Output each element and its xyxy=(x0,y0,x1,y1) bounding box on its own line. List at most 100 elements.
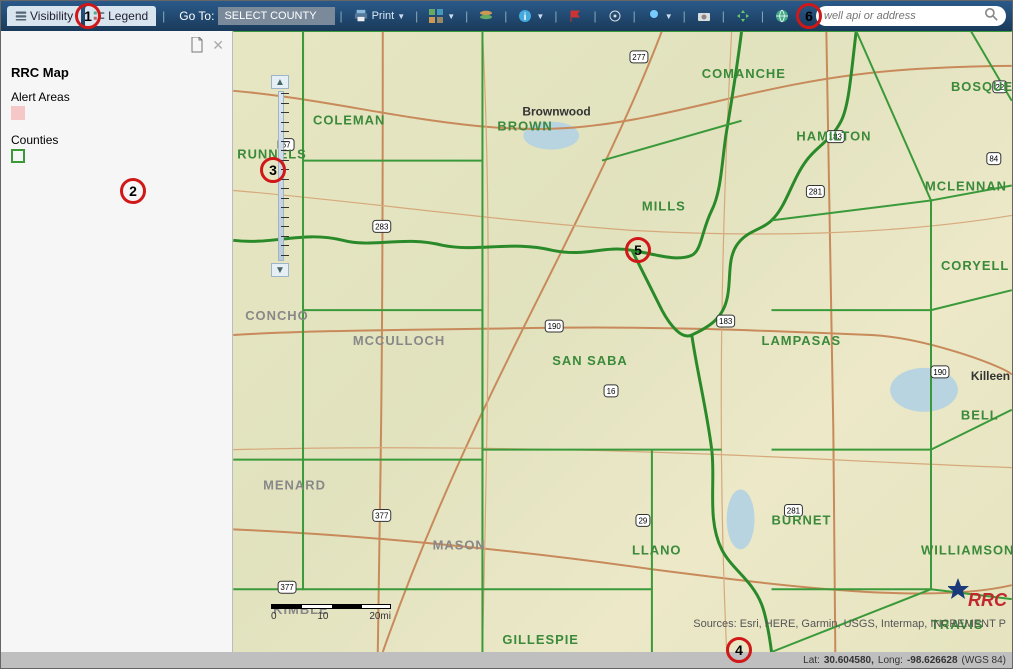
highlight-icon xyxy=(646,8,662,24)
grid-icon xyxy=(428,8,444,24)
flag-icon xyxy=(567,8,583,24)
town-label: Killeen xyxy=(971,369,1010,383)
alert-swatch xyxy=(11,106,25,120)
separator: | xyxy=(633,9,636,23)
separator: | xyxy=(504,9,507,23)
county-label: WILLIAMSON xyxy=(921,542,1012,557)
target-button[interactable] xyxy=(603,6,627,26)
county-label: HAMILTON xyxy=(796,129,871,144)
export-pdf-button[interactable] xyxy=(190,37,204,56)
map-svg: 277 67 183 281 22 377 283 190 183 16 190… xyxy=(233,31,1012,652)
datum: (WGS 84) xyxy=(962,655,1006,666)
top-toolbar: Visibility Legend | Go To: SELECT COUNTY… xyxy=(1,1,1012,31)
county-label: CORYELL xyxy=(941,258,1009,273)
annotation-marker-6: 6 xyxy=(796,3,822,29)
info-icon: i xyxy=(517,8,533,24)
county-label: MCCULLOCH xyxy=(353,333,445,348)
annotation-marker-4: 4 xyxy=(726,637,752,663)
separator: | xyxy=(339,9,342,23)
separator: | xyxy=(761,9,764,23)
town-label: Brownwood xyxy=(522,105,590,119)
shield-text: 277 xyxy=(632,53,646,62)
shield-text: 84 xyxy=(989,155,998,164)
annotation-marker-1: 1 xyxy=(75,3,101,29)
separator: | xyxy=(593,9,596,23)
rrc-logo: RRC xyxy=(948,574,1008,614)
lat-value: 30.604580, xyxy=(824,655,874,666)
visibility-icon xyxy=(15,10,27,22)
snapshot-button[interactable] xyxy=(692,6,716,26)
layers-icon xyxy=(478,8,494,24)
county-label: GILLESPIE xyxy=(502,632,579,647)
county-label: CONCHO xyxy=(245,308,308,323)
separator: | xyxy=(683,9,686,23)
county-select[interactable]: SELECT COUNTY xyxy=(218,7,334,25)
pan-button[interactable] xyxy=(731,6,755,26)
info-button[interactable]: i▼ xyxy=(513,6,548,26)
basemap-button[interactable]: ▼ xyxy=(424,6,459,26)
chevron-down-icon: ▼ xyxy=(665,12,673,21)
legend-item-alert: Alert Areas xyxy=(11,90,222,123)
annotation-marker-2: 2 xyxy=(120,178,146,204)
county-label: MASON xyxy=(433,537,486,552)
county-label: LLANO xyxy=(632,542,682,557)
lon-value: -98.626628 xyxy=(907,655,958,666)
tab-visibility[interactable]: Visibility xyxy=(7,6,81,26)
county-label: BROWN xyxy=(497,119,552,134)
zoom-out-button[interactable]: ▼ xyxy=(271,263,289,277)
camera-icon xyxy=(696,8,712,24)
svg-text:RRC: RRC xyxy=(968,590,1008,610)
highlight-button[interactable]: ▼ xyxy=(642,6,677,26)
chevron-down-icon: ▼ xyxy=(397,12,405,21)
globe-button[interactable] xyxy=(770,6,794,26)
layers-button[interactable] xyxy=(474,6,498,26)
county-label: COLEMAN xyxy=(313,113,385,128)
map-attribution: Sources: Esri, HERE, Garmin, USGS, Inter… xyxy=(693,618,1006,630)
county-label: MILLS xyxy=(642,198,686,213)
zoom-in-button[interactable]: ▲ xyxy=(271,75,289,89)
lon-label: Long: xyxy=(878,655,903,666)
target-icon xyxy=(607,8,623,24)
county-label: MCLENNAN xyxy=(925,178,1007,193)
search-box xyxy=(816,6,1006,26)
shield-text: 16 xyxy=(607,387,616,396)
svg-text:i: i xyxy=(524,12,527,23)
globe-icon xyxy=(774,8,790,24)
county-label: BELL xyxy=(961,408,999,423)
legend-panel: ✕ RRC Map Alert Areas Counties xyxy=(1,31,233,652)
shield-text: 183 xyxy=(719,317,733,326)
shield-text: 281 xyxy=(809,187,823,196)
chevron-down-icon: ▼ xyxy=(536,12,544,21)
county-label: COMANCHE xyxy=(702,66,786,81)
scale-0: 0 xyxy=(271,611,277,622)
app-root: Visibility Legend | Go To: SELECT COUNTY… xyxy=(0,0,1013,669)
search-input[interactable] xyxy=(824,10,985,22)
shield-text: 377 xyxy=(280,583,294,592)
tab-visibility-label: Visibility xyxy=(30,9,73,23)
county-label: BOSQUE xyxy=(951,79,1012,94)
search-button[interactable] xyxy=(985,8,998,24)
print-button[interactable]: Print ▼ xyxy=(349,6,410,26)
separator: | xyxy=(554,9,557,23)
shield-text: 283 xyxy=(375,222,389,231)
map-canvas[interactable]: 277 67 183 281 22 377 283 190 183 16 190… xyxy=(233,31,1012,652)
shield-text: 190 xyxy=(933,368,947,377)
annotation-marker-3: 3 xyxy=(260,157,286,183)
search-icon xyxy=(985,8,998,21)
separator: | xyxy=(162,9,165,23)
tab-legend-label: Legend xyxy=(108,9,148,23)
legend-title: RRC Map xyxy=(11,65,222,80)
pan-icon xyxy=(735,8,751,24)
annotation-marker-5: 5 xyxy=(625,237,651,263)
legend-alert-label: Alert Areas xyxy=(11,90,222,104)
separator: | xyxy=(465,9,468,23)
separator: | xyxy=(722,9,725,23)
county-label: LAMPASAS xyxy=(762,333,842,348)
go-to-label: Go To: xyxy=(179,9,214,23)
county-label: SAN SABA xyxy=(552,353,628,368)
scale-1: 10 xyxy=(317,611,328,622)
lat-label: Lat: xyxy=(803,655,820,666)
flag-button[interactable] xyxy=(563,6,587,26)
close-panel-button[interactable]: ✕ xyxy=(212,37,224,56)
status-bar: Lat: 30.604580, Long: -98.626628 (WGS 84… xyxy=(1,652,1012,668)
